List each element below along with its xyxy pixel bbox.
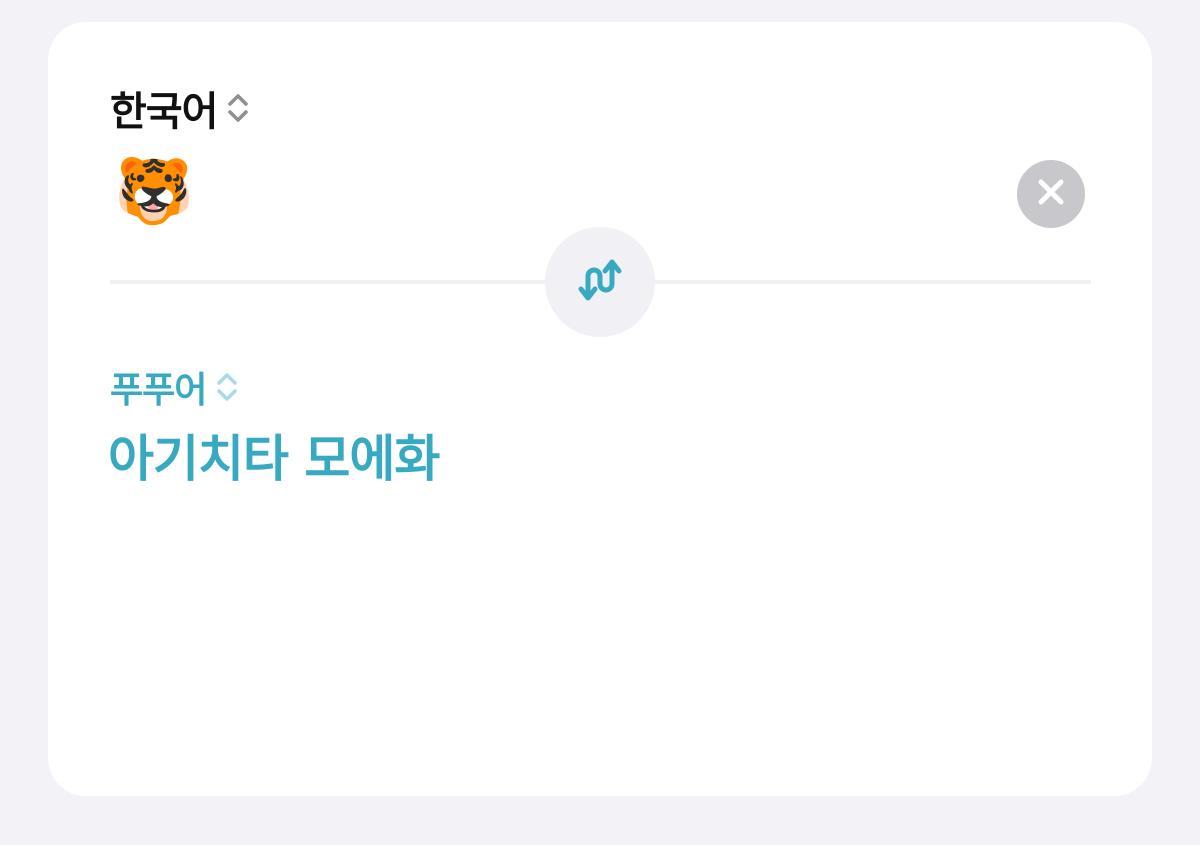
swap-languages-button[interactable] xyxy=(545,227,655,337)
close-icon xyxy=(1036,177,1066,211)
chevron-up-down-icon xyxy=(214,369,240,405)
translated-text: 아기치타 모에화 xyxy=(108,430,440,488)
source-language-selector[interactable]: 한국어 xyxy=(110,84,251,135)
source-language-label: 한국어 xyxy=(110,89,218,135)
clear-button[interactable] xyxy=(1017,160,1085,228)
target-language-selector[interactable]: 푸푸어 xyxy=(110,364,240,411)
chevron-up-down-icon xyxy=(225,90,251,126)
swap-arrows-icon xyxy=(574,254,626,310)
target-language-label: 푸푸어 xyxy=(110,370,207,411)
source-text-input[interactable]: 🐯 xyxy=(114,152,194,232)
translator-card: 한국어 🐯 푸푸어 아기치타 모에화 xyxy=(48,22,1152,796)
